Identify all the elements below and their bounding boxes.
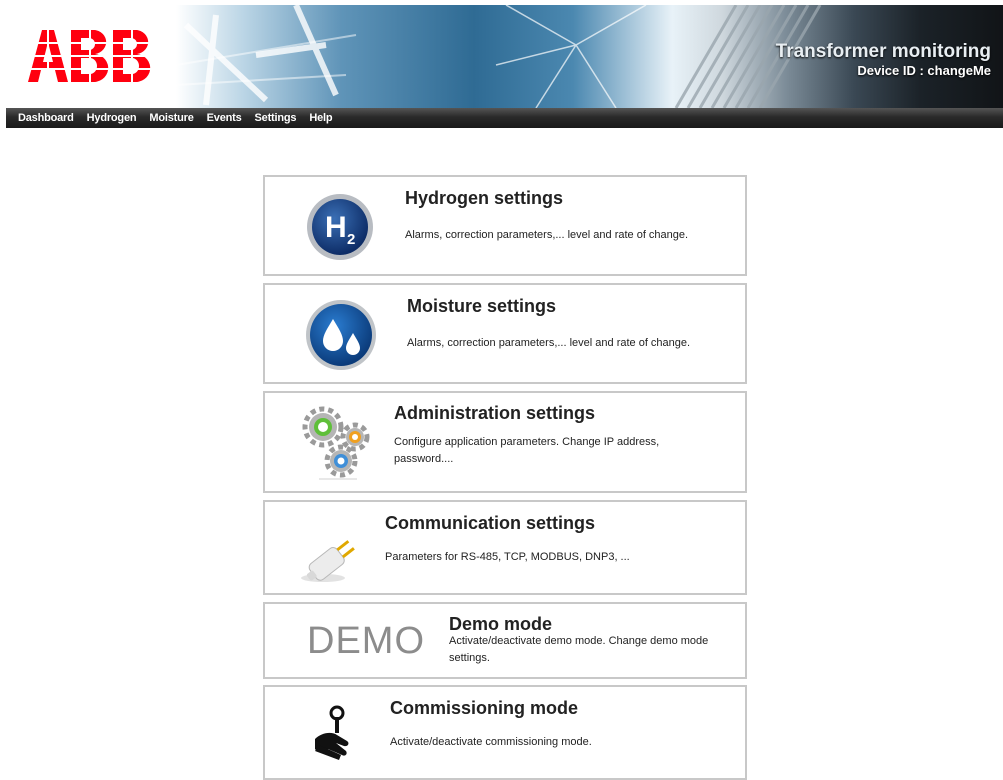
card-title: Moisture settings (407, 296, 557, 316)
commissioning-mode-card[interactable]: Commissioning mode Activate/deactivate c… (263, 685, 747, 780)
plug-icon (301, 530, 361, 589)
nav-help[interactable]: Help (296, 108, 332, 128)
app-title: Transformer monitoring (775, 41, 991, 62)
main-nav: Dashboard Hydrogen Moisture Events Settings H… (6, 108, 1003, 128)
demo-mode-card[interactable]: DEMO Demo mode Activate/deactivate demo … (263, 602, 747, 679)
card-description: Configure application parameters. Change… (394, 436, 660, 465)
device-id: Device ID : changeMe (857, 63, 991, 78)
nav-moisture[interactable]: Moisture (136, 108, 193, 128)
card-title: Commissioning mode (390, 698, 579, 718)
card-description: Alarms, correction parameters,... level … (407, 337, 691, 349)
card-title: Demo mode (449, 614, 553, 634)
demo-text-icon: DEMO (307, 620, 425, 662)
abb-logo (28, 29, 154, 83)
nav-hydrogen[interactable]: Hydrogen (74, 108, 137, 128)
moisture-settings-card[interactable]: Moisture settings Alarms, correction par… (263, 283, 747, 384)
card-description: Activate/deactivate commissioning mode. (390, 736, 592, 748)
svg-text:2: 2 (347, 231, 355, 248)
card-title: Administration settings (394, 403, 596, 423)
water-drops-icon (305, 299, 377, 376)
hand-wrench-icon (309, 705, 359, 766)
administration-settings-card[interactable]: Administration settings Configure applic… (263, 391, 747, 493)
hydrogen-h2-icon: H 2 (305, 192, 375, 267)
header-banner: Transformer monitoring Device ID : chang… (176, 5, 1003, 108)
nav-dashboard[interactable]: Dashboard (6, 108, 74, 128)
nav-settings[interactable]: Settings (242, 108, 297, 128)
card-description: Activate/deactivate demo mode. Change de… (449, 635, 709, 664)
hydrogen-settings-card[interactable]: H 2 Hydrogen settings Alarms, correction… (263, 175, 747, 276)
header: Transformer monitoring Device ID : chang… (0, 0, 1003, 108)
communication-settings-card[interactable]: Communication settings Parameters for RS… (263, 500, 747, 595)
svg-text:H: H (325, 211, 347, 244)
card-title: Communication settings (385, 513, 596, 533)
gears-icon (297, 401, 377, 486)
nav-events[interactable]: Events (194, 108, 242, 128)
card-title: Hydrogen settings (405, 188, 564, 208)
card-description: Alarms, correction parameters,... level … (405, 229, 689, 241)
card-description: Parameters for RS-485, TCP, MODBUS, DNP3… (385, 551, 630, 563)
